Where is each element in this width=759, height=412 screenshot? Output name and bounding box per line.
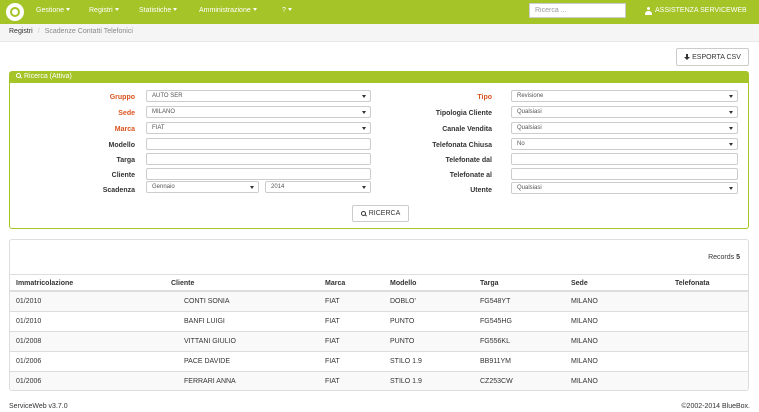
telefonate-al-field[interactable]: [511, 168, 738, 180]
telefonate-al-label: Telefonate al: [449, 172, 492, 179]
menu-amministrazione[interactable]: Amministrazione: [199, 7, 257, 14]
chevron-down-icon: [729, 95, 733, 98]
telefonata-chiusa-label: Telefonata Chiusa: [432, 142, 492, 149]
modello-label: Modello: [108, 142, 135, 149]
chevron-down-icon: [287, 8, 292, 11]
col-targa[interactable]: Targa: [480, 280, 499, 287]
table-row[interactable]: 01/2006 FERRARI ANNA FIAT STILO 1.9 CZ25…: [10, 372, 748, 390]
search-input[interactable]: [529, 3, 626, 18]
col-immatricolazione[interactable]: Immatricolazione: [16, 280, 73, 287]
chevron-down-icon: [250, 186, 254, 189]
chevron-down-icon: [362, 186, 366, 189]
gruppo-label: Gruppo: [109, 94, 135, 101]
chevron-down-icon: [729, 143, 733, 146]
cliente-field[interactable]: [146, 168, 371, 180]
breadcrumb-current: Scadenze Contatti Telefonici: [44, 28, 133, 35]
breadcrumb: Registri / Scadenze Contatti Telefonici: [0, 24, 759, 42]
menu-help[interactable]: ?: [282, 7, 292, 14]
chevron-down-icon: [114, 8, 119, 11]
chevron-down-icon: [362, 111, 366, 114]
telefonate-dal-field[interactable]: [511, 153, 738, 165]
marca-select[interactable]: FIAT: [146, 122, 371, 134]
export-csv-button[interactable]: ESPORTA CSV: [676, 48, 749, 66]
user-menu[interactable]: ASSISTENZA SERVICEWEB: [655, 7, 747, 14]
table-row[interactable]: 01/2010 CONTI SONIA FIAT DOBLO' FG548YT …: [10, 292, 748, 312]
search-panel-header: Ricerca (Attiva): [10, 72, 748, 83]
table-row[interactable]: 01/2010 BANFI LUIGI FIAT PUNTO FG545HG M…: [10, 312, 748, 332]
modello-field[interactable]: [146, 138, 371, 150]
col-cliente[interactable]: Cliente: [171, 280, 194, 287]
results-panel: Records 5 Immatricolazione Cliente Marca…: [9, 239, 749, 391]
menu-statistiche[interactable]: Statistiche: [139, 7, 178, 14]
ricerca-button[interactable]: RICERCA: [352, 205, 409, 222]
canale-vendita-label: Canale Vendita: [442, 126, 492, 133]
tipo-label: Tipo: [477, 94, 492, 101]
tipologia-cliente-label: Tipologia Cliente: [435, 110, 492, 117]
targa-field[interactable]: [146, 153, 371, 165]
chevron-down-icon: [729, 127, 733, 130]
table-header: Immatricolazione Cliente Marca Modello T…: [10, 274, 748, 292]
user-icon: [645, 7, 652, 15]
sede-label: Sede: [118, 110, 135, 117]
col-modello[interactable]: Modello: [390, 280, 416, 287]
utente-select[interactable]: Qualsiasi: [511, 182, 738, 194]
download-icon: [684, 54, 691, 60]
chevron-down-icon: [729, 111, 733, 114]
scadenza-year-select[interactable]: 2014: [265, 181, 371, 193]
targa-label: Targa: [116, 157, 135, 164]
chevron-down-icon: [729, 187, 733, 190]
search-icon: [360, 210, 367, 217]
tipo-select[interactable]: Revisione: [511, 90, 738, 102]
canale-vendita-select[interactable]: Qualsiasi: [511, 122, 738, 134]
scadenza-label: Scadenza: [102, 187, 135, 194]
search-panel: Ricerca (Attiva) Gruppo Sede Marca Model…: [9, 71, 749, 229]
chevron-down-icon: [252, 8, 257, 11]
sede-select[interactable]: MILANO: [146, 106, 371, 118]
marca-label: Marca: [114, 126, 135, 133]
col-marca[interactable]: Marca: [325, 280, 345, 287]
chevron-down-icon: [66, 8, 71, 11]
app-logo-icon[interactable]: [6, 3, 24, 21]
records-count: Records 5: [708, 254, 740, 261]
menu-gestione[interactable]: Gestione: [36, 7, 71, 14]
table-row[interactable]: 01/2008 VITTANI GIULIO FIAT PUNTO FG556K…: [10, 332, 748, 352]
breadcrumb-registri[interactable]: Registri: [9, 28, 33, 35]
menu-registri[interactable]: Registri: [89, 7, 119, 14]
col-telefonata[interactable]: Telefonata: [675, 280, 710, 287]
telefonata-chiusa-select[interactable]: No: [511, 138, 738, 150]
chevron-down-icon: [362, 95, 366, 98]
app-version: ServiceWeb v3.7.0: [9, 403, 68, 410]
col-sede[interactable]: Sede: [571, 280, 588, 287]
chevron-down-icon: [173, 8, 178, 11]
table-row[interactable]: 01/2006 PACE DAVIDE FIAT STILO 1.9 BB911…: [10, 352, 748, 372]
top-navbar: Gestione Registri Statistiche Amministra…: [0, 0, 759, 24]
breadcrumb-separator: /: [37, 28, 40, 35]
utente-label: Utente: [470, 187, 492, 194]
telefonate-dal-label: Telefonate dal: [445, 157, 492, 164]
copyright: ©2002-2014 BlueBox.: [681, 403, 750, 410]
tipologia-cliente-select[interactable]: Qualsiasi: [511, 106, 738, 118]
chevron-down-icon: [362, 127, 366, 130]
gruppo-select[interactable]: AUTO SER: [146, 90, 371, 102]
cliente-label: Cliente: [111, 172, 135, 179]
scadenza-month-select[interactable]: Gennaio: [146, 181, 259, 193]
search-icon: [16, 73, 22, 79]
